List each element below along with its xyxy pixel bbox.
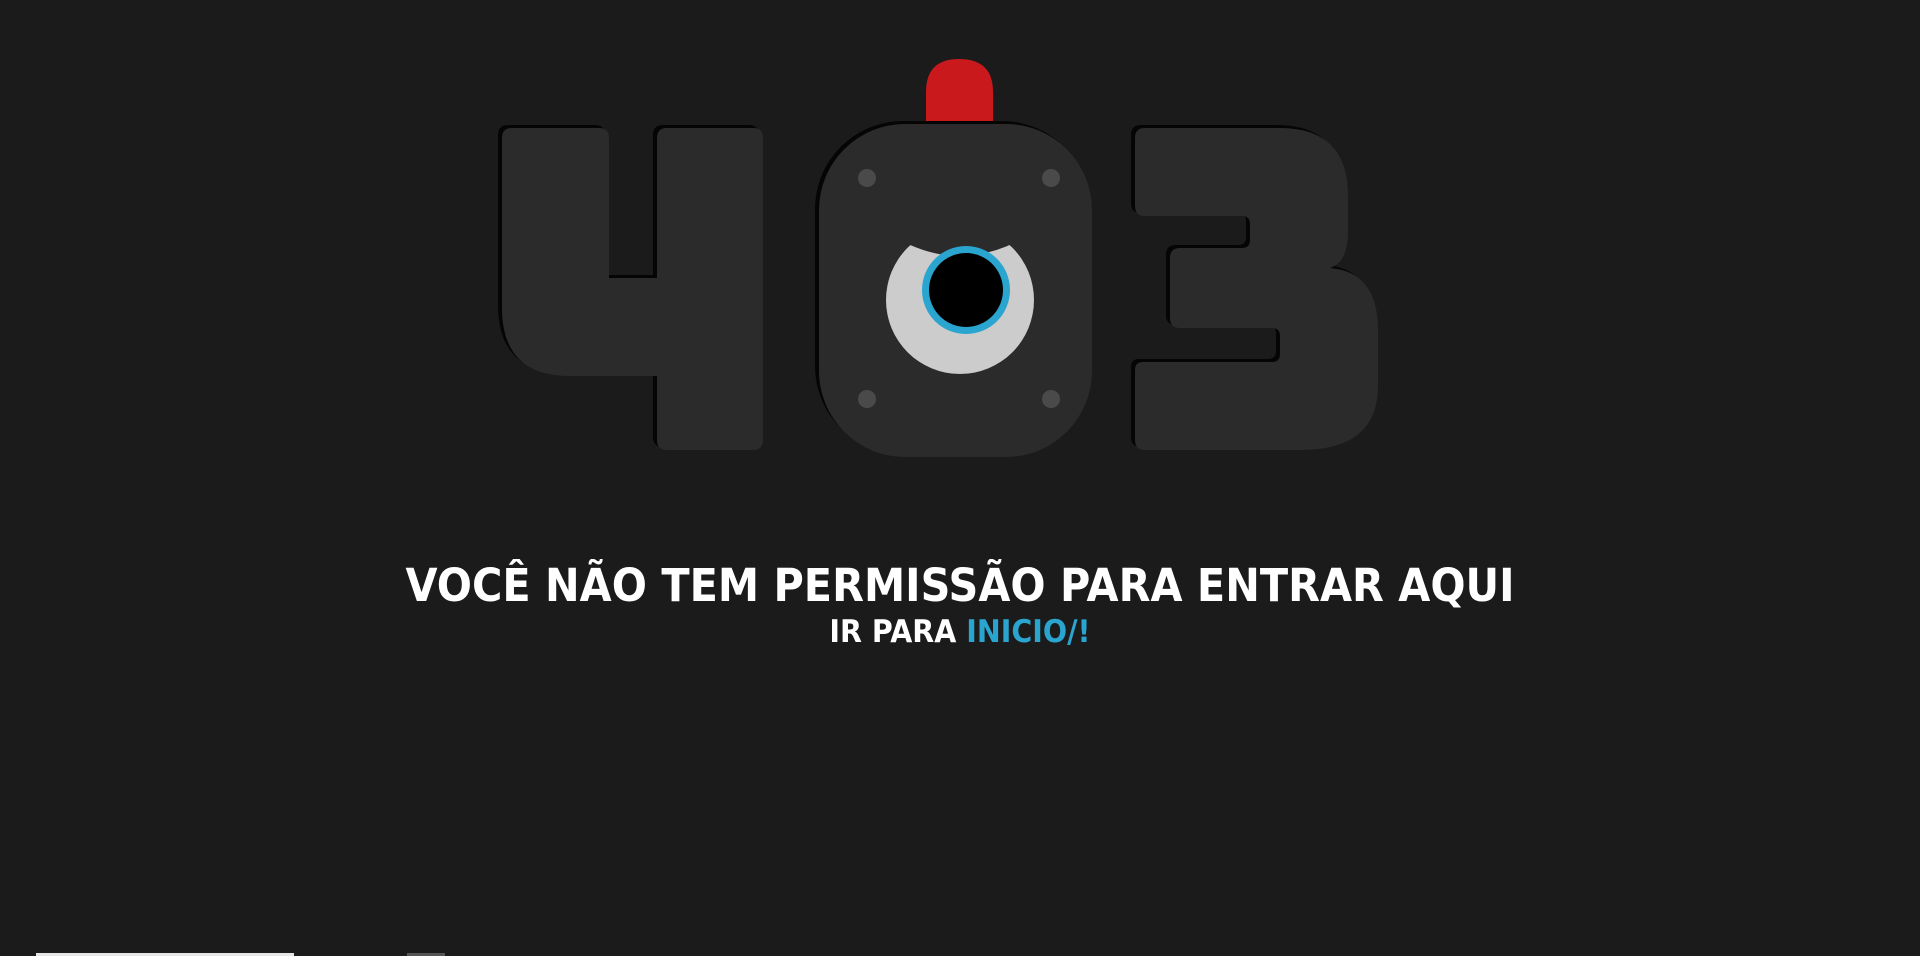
error-403-illustration bbox=[498, 59, 1378, 457]
alarm-light-icon bbox=[926, 59, 993, 124]
screw-icon bbox=[858, 390, 876, 408]
digit-three-icon bbox=[1131, 125, 1378, 450]
robot-eye-zero-icon bbox=[815, 121, 1092, 457]
screw-icon bbox=[1042, 390, 1060, 408]
screw-icon bbox=[1042, 169, 1060, 187]
error-message: VOCÊ NÃO TEM PERMISSÃO PARA ENTRAR AQUI bbox=[405, 559, 1515, 613]
screw-icon bbox=[858, 169, 876, 187]
go-home-line: IR PARA INICIO/! bbox=[77, 612, 1843, 652]
pupil-icon bbox=[929, 253, 1003, 327]
digit-four-icon bbox=[498, 125, 763, 450]
home-link[interactable]: INICIO/! bbox=[966, 614, 1090, 650]
go-home-prefix: IR PARA bbox=[829, 614, 967, 650]
